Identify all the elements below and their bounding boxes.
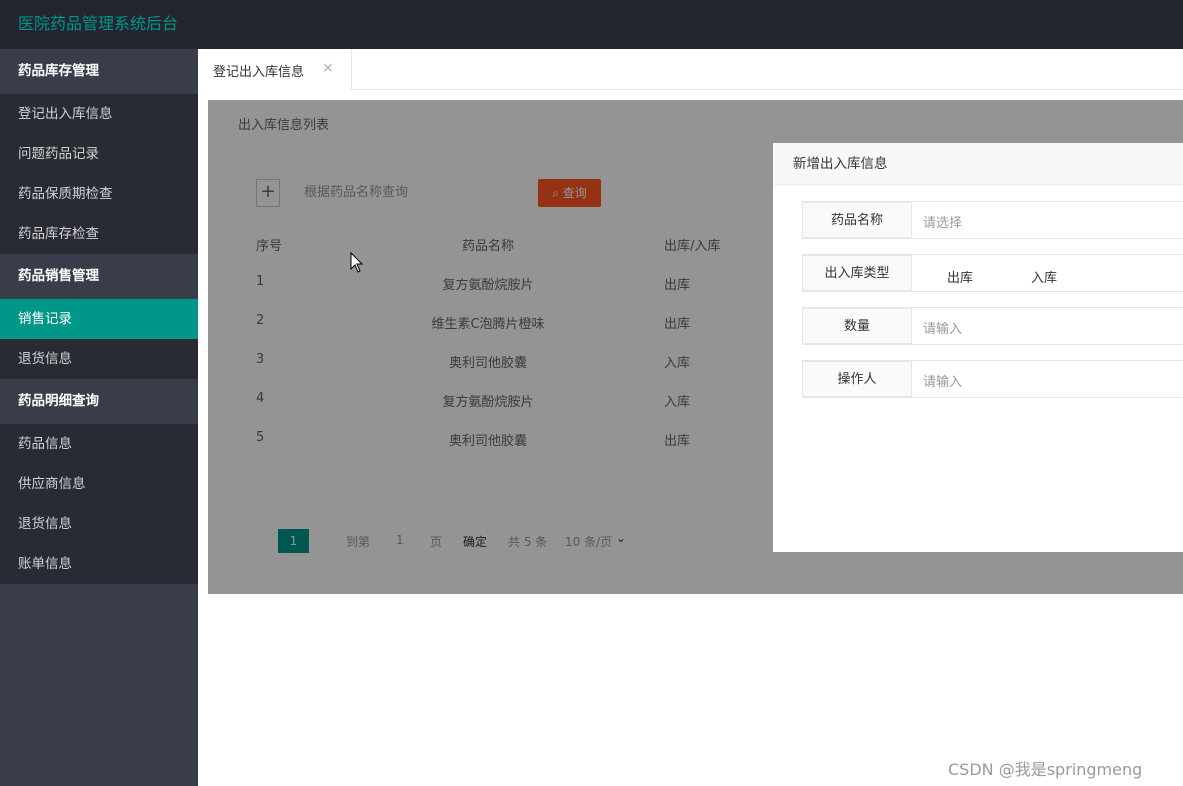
sidebar-item-sales-records[interactable]: 销售记录 <box>0 299 198 339</box>
radio-out[interactable]: 出库 <box>947 267 973 286</box>
add-io-modal: 新增出入库信息 药品名称 请选择 出入库类型 出库 入库 数量 请输入 操作人 … <box>773 143 1183 552</box>
tab-bar: 登记出入库信息 × <box>198 49 1183 90</box>
tab-register-io[interactable]: 登记出入库信息 × <box>198 49 352 90</box>
label-operator: 操作人 <box>802 361 912 397</box>
top-header: 医院药品管理系统后台 <box>0 0 1183 49</box>
label-quantity: 数量 <box>802 308 912 344</box>
watermark: CSDN @我是springmeng <box>948 760 1143 779</box>
tab-label: 登记出入库信息 <box>213 65 305 80</box>
modal-title: 新增出入库信息 <box>773 143 1183 185</box>
sidebar-item-register-io[interactable]: 登记出入库信息 <box>0 94 198 134</box>
sidebar-item-returns[interactable]: 退货信息 <box>0 339 198 379</box>
quantity-input[interactable]: 请输入 <box>923 318 962 337</box>
sidebar-item-problem-drugs[interactable]: 问题药品记录 <box>0 134 198 174</box>
operator-input[interactable]: 请输入 <box>923 371 962 390</box>
sidebar-item-return-info[interactable]: 退货信息 <box>0 504 198 544</box>
label-io-type: 出入库类型 <box>802 255 912 291</box>
sidebar-item-bill-info[interactable]: 账单信息 <box>0 544 198 584</box>
label-drug-name: 药品名称 <box>802 202 912 238</box>
sidebar: 药品库存管理 登记出入库信息 问题药品记录 药品保质期检查 药品库存检查 药品销… <box>0 49 198 786</box>
sidebar-group-inventory[interactable]: 药品库存管理 <box>0 49 198 94</box>
form-row-quantity: 数量 请输入 <box>802 307 1183 345</box>
sidebar-item-stock-check[interactable]: 药品库存检查 <box>0 214 198 254</box>
sidebar-item-drug-info[interactable]: 药品信息 <box>0 424 198 464</box>
drug-name-select[interactable]: 请选择 <box>923 212 962 231</box>
sidebar-group-sales[interactable]: 药品销售管理 <box>0 254 198 299</box>
form-row-operator: 操作人 请输入 <box>802 360 1183 398</box>
form-row-drug-name: 药品名称 请选择 <box>802 201 1183 239</box>
close-icon[interactable]: × <box>322 60 334 76</box>
radio-in[interactable]: 入库 <box>1031 267 1057 286</box>
mouse-cursor-icon <box>350 251 364 278</box>
sidebar-menu: 药品库存管理 登记出入库信息 问题药品记录 药品保质期检查 药品库存检查 药品销… <box>0 49 198 584</box>
sidebar-item-supplier-info[interactable]: 供应商信息 <box>0 464 198 504</box>
sidebar-group-details[interactable]: 药品明细查询 <box>0 379 198 424</box>
sidebar-item-expiry-check[interactable]: 药品保质期检查 <box>0 174 198 214</box>
form-row-io-type: 出入库类型 出库 入库 <box>802 254 1183 292</box>
app-title: 医院药品管理系统后台 <box>18 14 179 33</box>
